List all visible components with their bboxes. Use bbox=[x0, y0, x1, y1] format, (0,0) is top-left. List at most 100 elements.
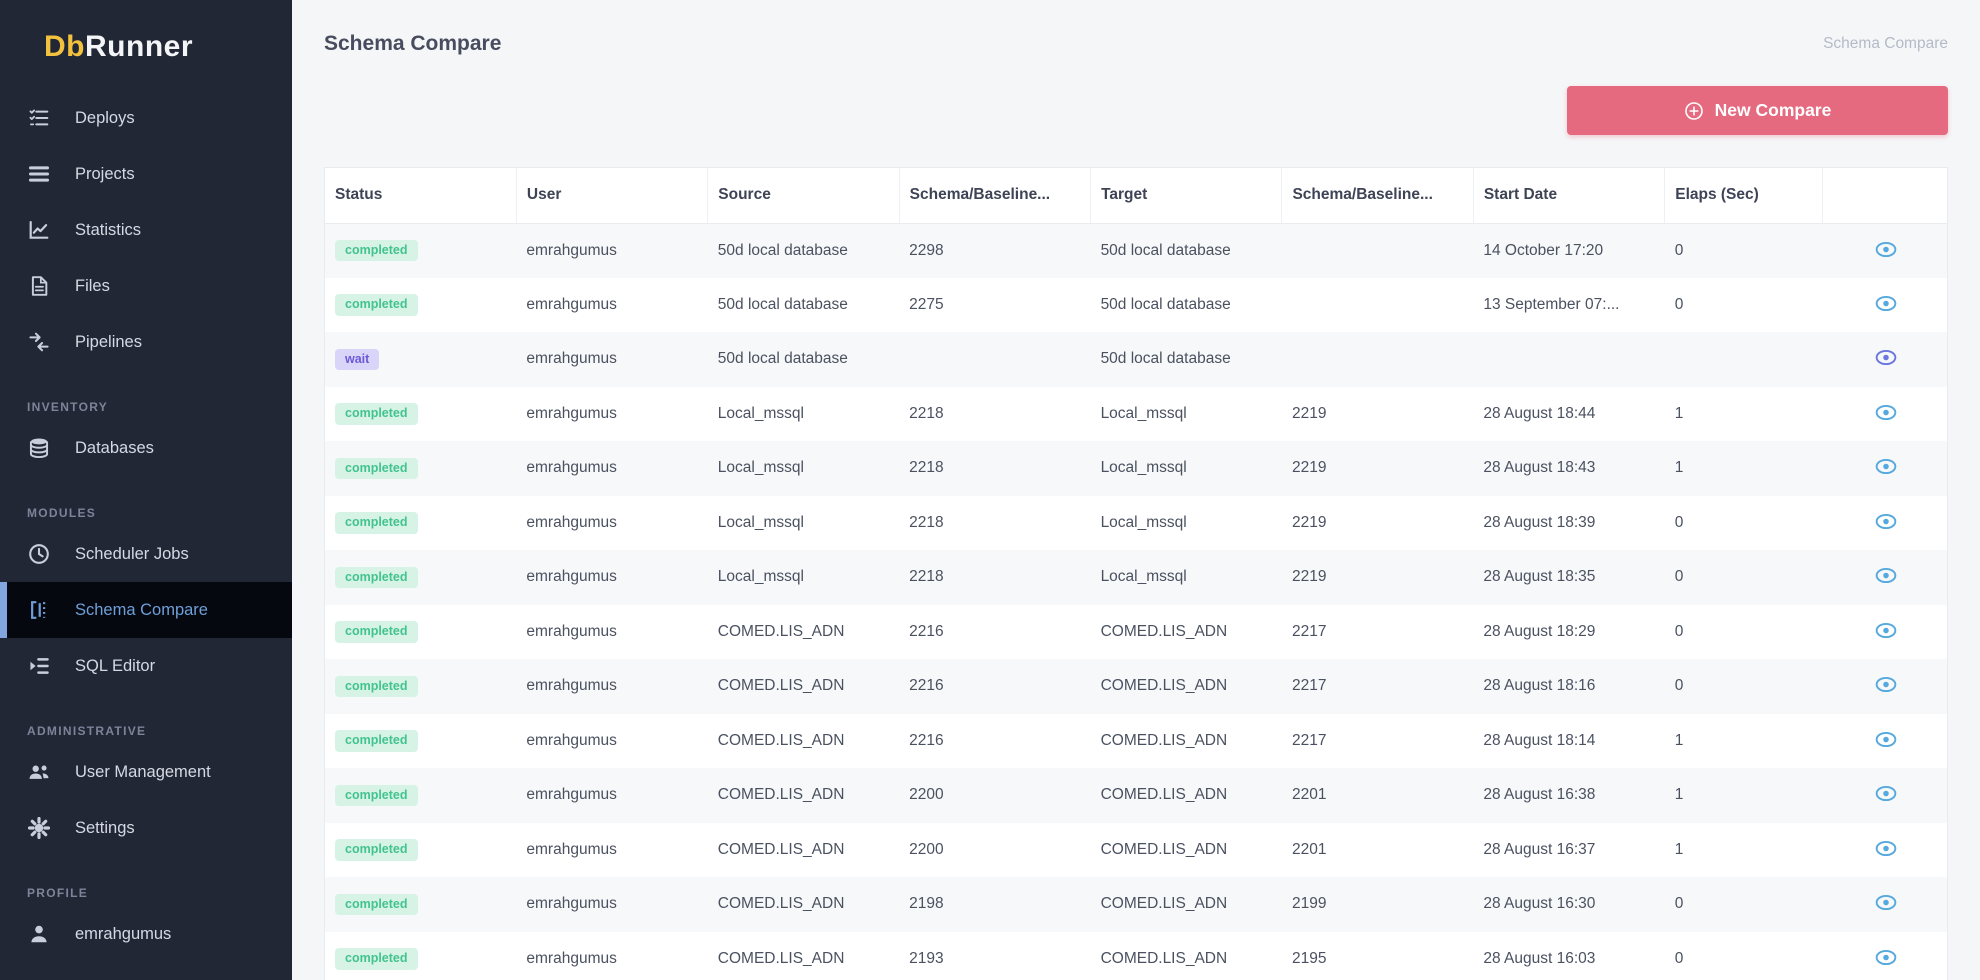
view-details-button[interactable] bbox=[1872, 729, 1900, 750]
actions-cell bbox=[1822, 877, 1947, 932]
view-details-button[interactable] bbox=[1872, 674, 1900, 695]
eye-icon bbox=[1874, 513, 1898, 530]
view-details-button[interactable] bbox=[1872, 838, 1900, 859]
logo-runner: Runner bbox=[85, 30, 193, 63]
source-cell: 50d local database bbox=[708, 223, 899, 278]
view-details-button[interactable] bbox=[1872, 947, 1900, 968]
source-cell: 50d local database bbox=[708, 278, 899, 333]
view-details-button[interactable] bbox=[1872, 783, 1900, 804]
table-row: completedemrahgumusCOMED.LIS_ADN2216COME… bbox=[325, 659, 1947, 714]
actions-cell bbox=[1822, 278, 1947, 333]
column-header-actions bbox=[1822, 168, 1947, 223]
view-details-button[interactable] bbox=[1872, 565, 1900, 586]
start-date-cell: 28 August 16:30 bbox=[1473, 877, 1664, 932]
sidebar-item-emrahgumus[interactable]: emrahgumus bbox=[0, 906, 292, 962]
source-cell: Local_mssql bbox=[708, 496, 899, 551]
sidebar-item-projects[interactable]: Projects bbox=[0, 146, 292, 202]
sidebar-item-files[interactable]: Files bbox=[0, 258, 292, 314]
view-details-button[interactable] bbox=[1872, 456, 1900, 477]
source-cell: Local_mssql bbox=[708, 441, 899, 496]
sidebar-item-deploys[interactable]: Deploys bbox=[0, 90, 292, 146]
compare-table-card: StatusUserSourceSchema/Baseline...Target… bbox=[324, 167, 1948, 980]
user-cell: emrahgumus bbox=[516, 387, 707, 442]
app-logo: DbRunner bbox=[0, 0, 292, 64]
eye-icon bbox=[1874, 295, 1898, 312]
sidebar-item-user-management[interactable]: User Management bbox=[0, 744, 292, 800]
status-badge: completed bbox=[335, 240, 418, 262]
view-details-button[interactable] bbox=[1872, 892, 1900, 913]
source-schema-cell bbox=[899, 332, 1090, 387]
sidebar-item-pipelines[interactable]: Pipelines bbox=[0, 314, 292, 370]
source-schema-cell: 2200 bbox=[899, 823, 1090, 878]
actions-cell bbox=[1822, 441, 1947, 496]
view-details-button[interactable] bbox=[1872, 511, 1900, 532]
actions-cell bbox=[1822, 659, 1947, 714]
status-badge: completed bbox=[335, 948, 418, 970]
statistics-chart-icon bbox=[27, 219, 51, 241]
main-content: Schema Compare Schema Compare New Compar… bbox=[292, 0, 1980, 980]
elaps-cell: 0 bbox=[1665, 605, 1822, 660]
pipelines-icon bbox=[27, 331, 51, 353]
eye-icon bbox=[1874, 894, 1898, 911]
start-date-cell: 28 August 18:44 bbox=[1473, 387, 1664, 442]
table-row: completedemrahgumusCOMED.LIS_ADN2193COME… bbox=[325, 932, 1947, 980]
new-compare-label: New Compare bbox=[1715, 100, 1832, 121]
sidebar-item-label: SQL Editor bbox=[75, 657, 155, 676]
table-row: completedemrahgumusLocal_mssql2218Local_… bbox=[325, 550, 1947, 605]
start-date-cell: 28 August 18:14 bbox=[1473, 714, 1664, 769]
new-compare-button[interactable]: New Compare bbox=[1567, 86, 1948, 135]
elaps-cell: 0 bbox=[1665, 278, 1822, 333]
database-icon bbox=[27, 437, 51, 459]
eye-icon bbox=[1874, 676, 1898, 693]
table-row: completedemrahgumusCOMED.LIS_ADN2200COME… bbox=[325, 823, 1947, 878]
table-row: completedemrahgumusCOMED.LIS_ADN2216COME… bbox=[325, 714, 1947, 769]
page-title: Schema Compare bbox=[324, 32, 501, 56]
user-cell: emrahgumus bbox=[516, 332, 707, 387]
table-row: completedemrahgumus50d local database227… bbox=[325, 278, 1947, 333]
source-schema-cell: 2298 bbox=[899, 223, 1090, 278]
user-cell: emrahgumus bbox=[516, 605, 707, 660]
target-cell: 50d local database bbox=[1091, 278, 1282, 333]
sidebar-item-sql-editor[interactable]: SQL Editor bbox=[0, 638, 292, 694]
view-details-button[interactable] bbox=[1872, 239, 1900, 260]
view-details-button[interactable] bbox=[1872, 293, 1900, 314]
eye-icon bbox=[1874, 567, 1898, 584]
view-details-button[interactable] bbox=[1872, 620, 1900, 641]
sidebar-item-databases[interactable]: Databases bbox=[0, 420, 292, 476]
source-schema-cell: 2218 bbox=[899, 441, 1090, 496]
target-schema-cell: 2201 bbox=[1282, 768, 1473, 823]
elaps-cell: 0 bbox=[1665, 550, 1822, 605]
column-header-source: Source bbox=[708, 168, 899, 223]
target-schema-cell: 2217 bbox=[1282, 659, 1473, 714]
status-badge: completed bbox=[335, 567, 418, 589]
users-icon bbox=[27, 761, 51, 783]
view-details-button[interactable] bbox=[1872, 347, 1900, 368]
target-schema-cell: 2217 bbox=[1282, 714, 1473, 769]
source-schema-cell: 2218 bbox=[899, 387, 1090, 442]
files-document-icon bbox=[27, 275, 51, 297]
start-date-cell: 13 September 07:... bbox=[1473, 278, 1664, 333]
table-row: completedemrahgumusCOMED.LIS_ADN2200COME… bbox=[325, 768, 1947, 823]
sidebar-item-settings[interactable]: Settings bbox=[0, 800, 292, 856]
source-cell: COMED.LIS_ADN bbox=[708, 932, 899, 980]
user-cell: emrahgumus bbox=[516, 823, 707, 878]
actions-cell bbox=[1822, 496, 1947, 551]
source-cell: COMED.LIS_ADN bbox=[708, 768, 899, 823]
actions-cell bbox=[1822, 223, 1947, 278]
sidebar-section-profile: PROFILE bbox=[27, 886, 292, 900]
sidebar-item-scheduler-jobs[interactable]: Scheduler Jobs bbox=[0, 526, 292, 582]
source-schema-cell: 2218 bbox=[899, 496, 1090, 551]
target-schema-cell bbox=[1282, 278, 1473, 333]
view-details-button[interactable] bbox=[1872, 402, 1900, 423]
user-cell: emrahgumus bbox=[516, 659, 707, 714]
target-cell: Local_mssql bbox=[1091, 550, 1282, 605]
elaps-cell: 1 bbox=[1665, 823, 1822, 878]
user-cell: emrahgumus bbox=[516, 278, 707, 333]
sidebar-item-statistics[interactable]: Statistics bbox=[0, 202, 292, 258]
gear-icon bbox=[27, 817, 51, 839]
source-cell: COMED.LIS_ADN bbox=[708, 605, 899, 660]
source-cell: COMED.LIS_ADN bbox=[708, 823, 899, 878]
source-schema-cell: 2193 bbox=[899, 932, 1090, 980]
status-cell: completed bbox=[325, 387, 516, 442]
sidebar-item-schema-compare[interactable]: Schema Compare bbox=[0, 582, 292, 638]
